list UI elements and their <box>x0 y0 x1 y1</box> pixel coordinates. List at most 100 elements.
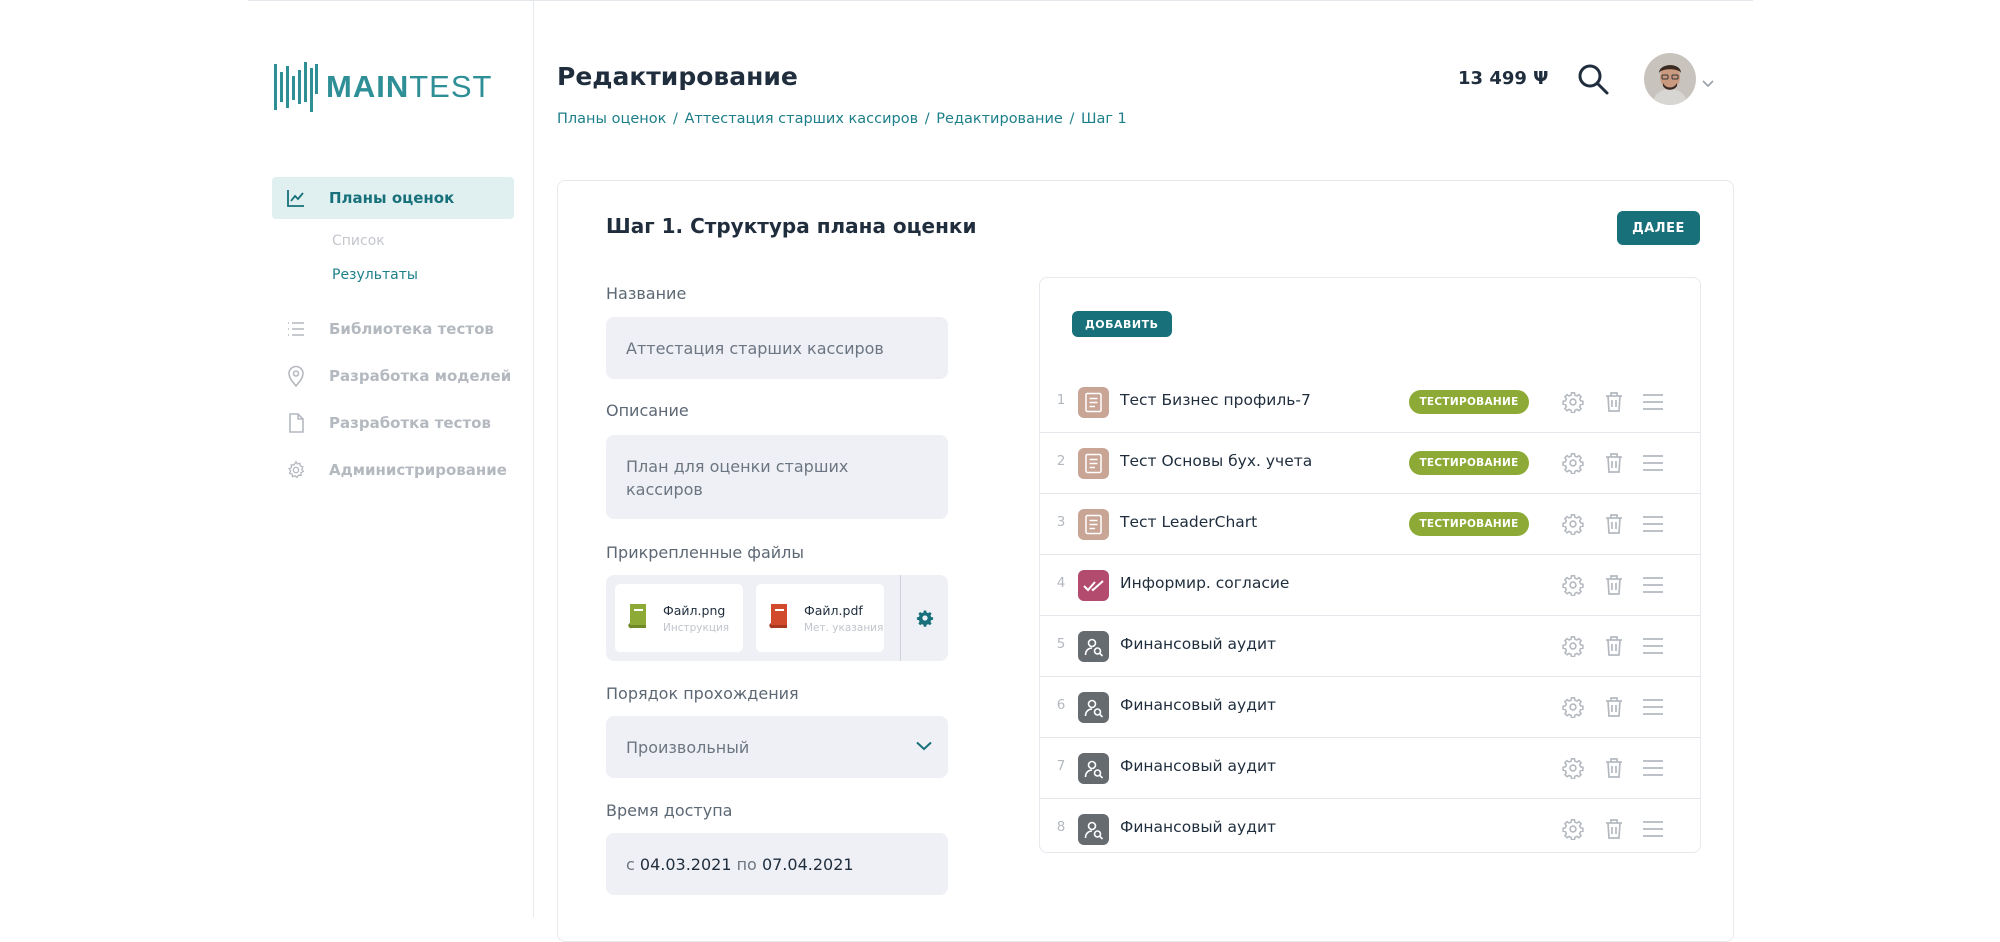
test-row[interactable]: 1 Тест Бизнес профиль-7 ТЕСТИРОВАНИЕ <box>1040 372 1700 433</box>
row-delete-button[interactable] <box>1601 694 1627 720</box>
row-number: 5 <box>1056 636 1066 652</box>
sidebar-item-test-development[interactable]: Разработка тестов <box>272 402 514 444</box>
page-title: Редактирование <box>557 62 798 91</box>
row-delete-button[interactable] <box>1601 755 1627 781</box>
sidebar-item-label: Разработка тестов <box>329 414 491 432</box>
gear-icon <box>1562 697 1584 718</box>
step-card: Шаг 1. Структура плана оценки ДАЛЕЕ Назв… <box>557 180 1734 942</box>
row-settings-button[interactable] <box>1560 633 1586 659</box>
breadcrumb-item-step[interactable]: Шаг 1 <box>1081 111 1127 127</box>
row-drag-handle[interactable] <box>1640 633 1666 659</box>
sidebar-divider <box>533 0 534 917</box>
account-menu-toggle[interactable] <box>1702 73 1714 92</box>
row-drag-handle[interactable] <box>1640 816 1666 842</box>
test-row[interactable]: 8 Финансовый аудит <box>1040 799 1700 859</box>
test-row[interactable]: 6 Финансовый аудит <box>1040 677 1700 738</box>
gear-icon <box>1562 636 1584 657</box>
date-to[interactable]: 07.04.2021 <box>762 855 854 874</box>
trash-icon <box>1606 453 1622 473</box>
date-from[interactable]: 04.03.2021 <box>640 855 732 874</box>
gear-icon <box>1562 392 1584 413</box>
test-row[interactable]: 5 Финансовый аудит <box>1040 616 1700 677</box>
row-settings-button[interactable] <box>1560 511 1586 537</box>
description-textarea[interactable]: План для оценки старших кассиров <box>606 435 948 519</box>
test-name: Тест LeaderChart <box>1120 513 1258 531</box>
access-time-range[interactable]: с 04.03.2021 по 07.04.2021 <box>606 833 948 895</box>
row-delete-button[interactable] <box>1601 572 1627 598</box>
order-select-value: Произвольный <box>626 737 750 757</box>
drag-handle-icon <box>1643 699 1663 715</box>
gear-icon <box>285 459 307 481</box>
drag-handle-icon <box>1643 821 1663 837</box>
trash-icon <box>1606 819 1622 839</box>
row-drag-handle[interactable] <box>1640 694 1666 720</box>
test-document-icon <box>1078 448 1109 479</box>
test-row[interactable]: 4 Информир. согласие <box>1040 555 1700 616</box>
file-item[interactable]: Файл.png Инструкция <box>615 584 743 652</box>
row-settings-button[interactable] <box>1560 389 1586 415</box>
gear-icon <box>1562 819 1584 840</box>
sidebar-item-label: Разработка моделей <box>329 367 512 385</box>
row-drag-handle[interactable] <box>1640 450 1666 476</box>
sidebar-subitem-results[interactable]: Результаты <box>272 258 514 292</box>
file-item[interactable]: Файл.pdf Мет. указания <box>756 584 884 652</box>
row-drag-handle[interactable] <box>1640 755 1666 781</box>
row-drag-handle[interactable] <box>1640 572 1666 598</box>
row-number: 7 <box>1056 758 1066 774</box>
avatar[interactable] <box>1644 53 1696 105</box>
gear-icon <box>916 610 934 627</box>
row-settings-button[interactable] <box>1560 694 1586 720</box>
trash-icon <box>1606 575 1622 595</box>
gear-icon <box>1562 758 1584 779</box>
book-icon <box>627 603 649 633</box>
row-drag-handle[interactable] <box>1640 389 1666 415</box>
chart-line-icon <box>285 187 307 209</box>
sidebar-item-test-library[interactable]: Библиотека тестов <box>272 308 514 350</box>
test-row[interactable]: 7 Финансовый аудит <box>1040 738 1700 799</box>
drag-handle-icon <box>1643 577 1663 593</box>
drag-handle-icon <box>1643 455 1663 471</box>
sidebar-nav: Планы оценок Список Результаты Библиотек… <box>272 177 514 496</box>
add-test-button[interactable]: ДОБАВИТЬ <box>1072 311 1172 337</box>
test-name: Финансовый аудит <box>1120 757 1277 775</box>
test-name: Тест Бизнес профиль-7 <box>1120 391 1311 409</box>
row-number: 8 <box>1056 819 1066 835</box>
row-number: 2 <box>1056 453 1066 469</box>
row-number: 4 <box>1056 575 1066 591</box>
sidebar-subitem-list[interactable]: Список <box>272 224 514 258</box>
row-settings-button[interactable] <box>1560 816 1586 842</box>
date-from-prefix: с <box>626 854 635 874</box>
row-delete-button[interactable] <box>1601 450 1627 476</box>
breadcrumb-item-plan[interactable]: Аттестация старших кассиров <box>684 111 918 127</box>
row-settings-button[interactable] <box>1560 450 1586 476</box>
gear-icon <box>1562 514 1584 535</box>
breadcrumb-item-plans[interactable]: Планы оценок <box>557 111 666 127</box>
row-delete-button[interactable] <box>1601 511 1627 537</box>
next-button[interactable]: ДАЛЕЕ <box>1617 211 1700 245</box>
row-settings-button[interactable] <box>1560 755 1586 781</box>
file-name: Файл.png <box>663 602 726 618</box>
name-input[interactable]: Аттестация старших кассиров <box>606 317 948 379</box>
test-row[interactable]: 3 Тест LeaderChart ТЕСТИРОВАНИЕ <box>1040 494 1700 555</box>
double-check-icon <box>1078 570 1109 601</box>
test-name: Финансовый аудит <box>1120 635 1277 653</box>
order-select[interactable]: Произвольный <box>606 716 948 778</box>
test-name: Информир. согласие <box>1120 574 1290 592</box>
test-row[interactable]: 2 Тест Основы бух. учета ТЕСТИРОВАНИЕ <box>1040 433 1700 494</box>
logo[interactable]: MAINTEST <box>274 62 492 112</box>
sidebar-item-model-development[interactable]: Разработка моделей <box>272 355 514 397</box>
search-button[interactable] <box>1576 62 1610 96</box>
access-time-label: Время доступа <box>606 801 733 820</box>
logo-icon <box>274 62 318 112</box>
test-name: Финансовый аудит <box>1120 696 1277 714</box>
sidebar-item-administration[interactable]: Администрирование <box>272 449 514 491</box>
sidebar-item-assessment-plans[interactable]: Планы оценок <box>272 177 514 219</box>
document-icon <box>285 412 307 434</box>
row-delete-button[interactable] <box>1601 389 1627 415</box>
files-settings-button[interactable] <box>916 609 934 631</box>
row-delete-button[interactable] <box>1601 816 1627 842</box>
row-delete-button[interactable] <box>1601 633 1627 659</box>
row-drag-handle[interactable] <box>1640 511 1666 537</box>
breadcrumb-item-edit[interactable]: Редактирование <box>936 111 1063 127</box>
row-settings-button[interactable] <box>1560 572 1586 598</box>
